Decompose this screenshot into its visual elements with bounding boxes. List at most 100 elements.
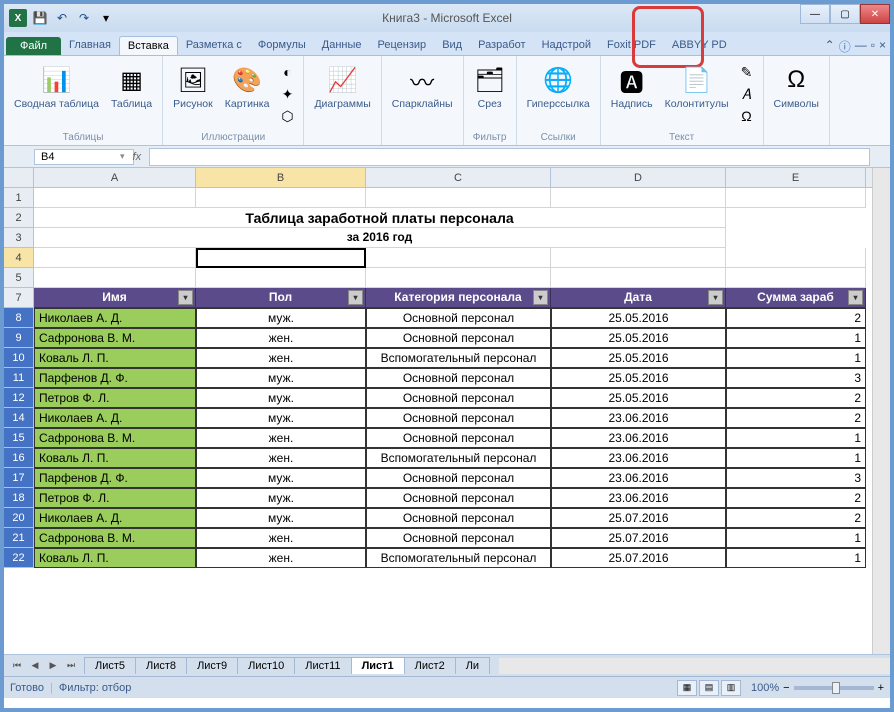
cell-cat[interactable]: Основной персонал — [366, 368, 551, 388]
cell-sex[interactable]: муж. — [196, 368, 366, 388]
header-cell-0[interactable]: Имя▾ — [34, 288, 196, 308]
cell-name[interactable]: Петров Ф. Л. — [34, 388, 196, 408]
minimize-button[interactable]: — — [800, 4, 830, 24]
cell-cat[interactable]: Основной персонал — [366, 408, 551, 428]
cell-sum[interactable]: 2 — [726, 388, 866, 408]
cell[interactable] — [34, 188, 196, 208]
cell-date[interactable]: 23.06.2016 — [551, 408, 726, 428]
ribbon-btn-Картинка[interactable]: 🎨Картинка — [221, 62, 274, 112]
col-header-D[interactable]: D — [551, 168, 726, 187]
select-all-corner[interactable] — [4, 168, 34, 188]
cell-date[interactable]: 25.05.2016 — [551, 308, 726, 328]
row-header-18[interactable]: 18 — [4, 488, 34, 508]
cell-sum[interactable]: 1 — [726, 528, 866, 548]
filter-dropdown-icon[interactable]: ▾ — [178, 290, 193, 305]
row-header-3[interactable]: 3 — [4, 228, 34, 248]
sheet-tab-Лист8[interactable]: Лист8 — [135, 657, 187, 674]
cell-date[interactable]: 23.06.2016 — [551, 488, 726, 508]
ribbon-btn-Гиперссылка[interactable]: 🌐Гиперссылка — [523, 62, 594, 112]
cell-sex[interactable]: муж. — [196, 508, 366, 528]
cell-sex[interactable]: жен. — [196, 548, 366, 568]
cell-name[interactable]: Коваль Л. П. — [34, 448, 196, 468]
cell-name[interactable]: Сафронова В. М. — [34, 328, 196, 348]
ribbon-btn-Спарклайны[interactable]: 〰Спарклайны — [388, 62, 457, 112]
filter-dropdown-icon[interactable]: ▾ — [348, 290, 363, 305]
minimize-ribbon-icon[interactable]: ⌃ — [825, 38, 835, 55]
cell-name[interactable]: Парфенов Д. Ф. — [34, 368, 196, 388]
cell-name[interactable]: Николаев А. Д. — [34, 408, 196, 428]
cell-sum[interactable]: 3 — [726, 368, 866, 388]
cell-sex[interactable]: жен. — [196, 448, 366, 468]
undo-button[interactable]: ↶ — [52, 8, 72, 28]
tab-Формулы[interactable]: Формулы — [250, 36, 314, 55]
row-header-12[interactable]: 12 — [4, 388, 34, 408]
tab-Данные[interactable]: Данные — [314, 36, 370, 55]
ribbon-btn-Колонтитулы[interactable]: 📄Колонтитулы — [661, 62, 733, 112]
cell-name[interactable]: Сафронова В. М. — [34, 428, 196, 448]
cell-date[interactable]: 25.05.2016 — [551, 368, 726, 388]
cell-cat[interactable]: Вспомогательный персонал — [366, 448, 551, 468]
ribbon-btn-Символы[interactable]: ΩСимволы — [770, 62, 823, 112]
cell-sex[interactable]: муж. — [196, 308, 366, 328]
sheet-nav-first[interactable]: ⏮ — [8, 657, 26, 675]
filter-dropdown-icon[interactable]: ▾ — [533, 290, 548, 305]
cell-sum[interactable]: 3 — [726, 468, 866, 488]
cell-sum[interactable]: 2 — [726, 308, 866, 328]
row-header-11[interactable]: 11 — [4, 368, 34, 388]
sheet-tab-Лист5[interactable]: Лист5 — [84, 657, 136, 674]
subtitle-cell[interactable]: за 2016 год — [34, 228, 726, 248]
tab-Разработ[interactable]: Разработ — [470, 36, 533, 55]
sheet-nav-prev[interactable]: ◀ — [26, 657, 44, 675]
cell-sum[interactable]: 2 — [726, 408, 866, 428]
tab-Вставка[interactable]: Вставка — [119, 36, 178, 55]
header-cell-4[interactable]: Сумма зараб▾ — [726, 288, 866, 308]
row-header-1[interactable]: 1 — [4, 188, 34, 208]
filter-dropdown-icon[interactable]: ▾ — [708, 290, 723, 305]
cell-sex[interactable]: жен. — [196, 348, 366, 368]
cell-sex[interactable]: жен. — [196, 528, 366, 548]
qat-dropdown[interactable]: ▾ — [96, 8, 116, 28]
cell-date[interactable]: 25.05.2016 — [551, 388, 726, 408]
cell[interactable] — [196, 188, 366, 208]
cell-name[interactable]: Коваль Л. П. — [34, 348, 196, 368]
cell-sum[interactable]: 1 — [726, 348, 866, 368]
page-layout-view-button[interactable]: ▤ — [699, 680, 719, 696]
ribbon-small-btn[interactable]: ✦ — [277, 84, 297, 104]
cell-cat[interactable]: Вспомогательный персонал — [366, 348, 551, 368]
tab-Разметка с[interactable]: Разметка с — [178, 36, 250, 55]
horizontal-scrollbar[interactable] — [499, 658, 890, 674]
redo-button[interactable]: ↷ — [74, 8, 94, 28]
cell-sex[interactable]: муж. — [196, 488, 366, 508]
cell-date[interactable]: 25.05.2016 — [551, 348, 726, 368]
filter-dropdown-icon[interactable]: ▾ — [848, 290, 863, 305]
ribbon-small-btn[interactable]: ◐ — [277, 62, 297, 82]
cell-name[interactable]: Петров Ф. Л. — [34, 488, 196, 508]
formula-bar[interactable] — [149, 148, 870, 166]
cell-cat[interactable]: Основной персонал — [366, 528, 551, 548]
name-box[interactable]: B4 — [34, 149, 134, 165]
cell-name[interactable]: Коваль Л. П. — [34, 548, 196, 568]
cell-cat[interactable]: Основной персонал — [366, 328, 551, 348]
cell[interactable] — [196, 268, 366, 288]
doc-min-icon[interactable]: — — [855, 38, 867, 55]
zoom-label[interactable]: 100% — [751, 682, 779, 694]
row-header-10[interactable]: 10 — [4, 348, 34, 368]
cell-date[interactable]: 25.05.2016 — [551, 328, 726, 348]
row-header-22[interactable]: 22 — [4, 548, 34, 568]
sheet-tab-Лист1[interactable]: Лист1 — [351, 657, 405, 674]
ribbon-btn-Диаграммы[interactable]: 📈Диаграммы — [310, 62, 374, 112]
cell[interactable] — [551, 188, 726, 208]
cell-name[interactable]: Николаев А. Д. — [34, 508, 196, 528]
cell-cat[interactable]: Основной персонал — [366, 308, 551, 328]
header-cell-1[interactable]: Пол▾ — [196, 288, 366, 308]
row-header-17[interactable]: 17 — [4, 468, 34, 488]
cell-cat[interactable]: Основной персонал — [366, 388, 551, 408]
cell[interactable] — [366, 248, 551, 268]
col-header-A[interactable]: A — [34, 168, 196, 187]
ribbon-btn-Таблица[interactable]: ▦Таблица — [107, 62, 156, 112]
tab-Foxit PDF[interactable]: Foxit PDF — [599, 36, 664, 55]
tab-Вид[interactable]: Вид — [434, 36, 470, 55]
ribbon-small-btn[interactable]: ✎ — [737, 62, 757, 82]
cell-cat[interactable]: Основной персонал — [366, 508, 551, 528]
row-header-2[interactable]: 2 — [4, 208, 34, 228]
